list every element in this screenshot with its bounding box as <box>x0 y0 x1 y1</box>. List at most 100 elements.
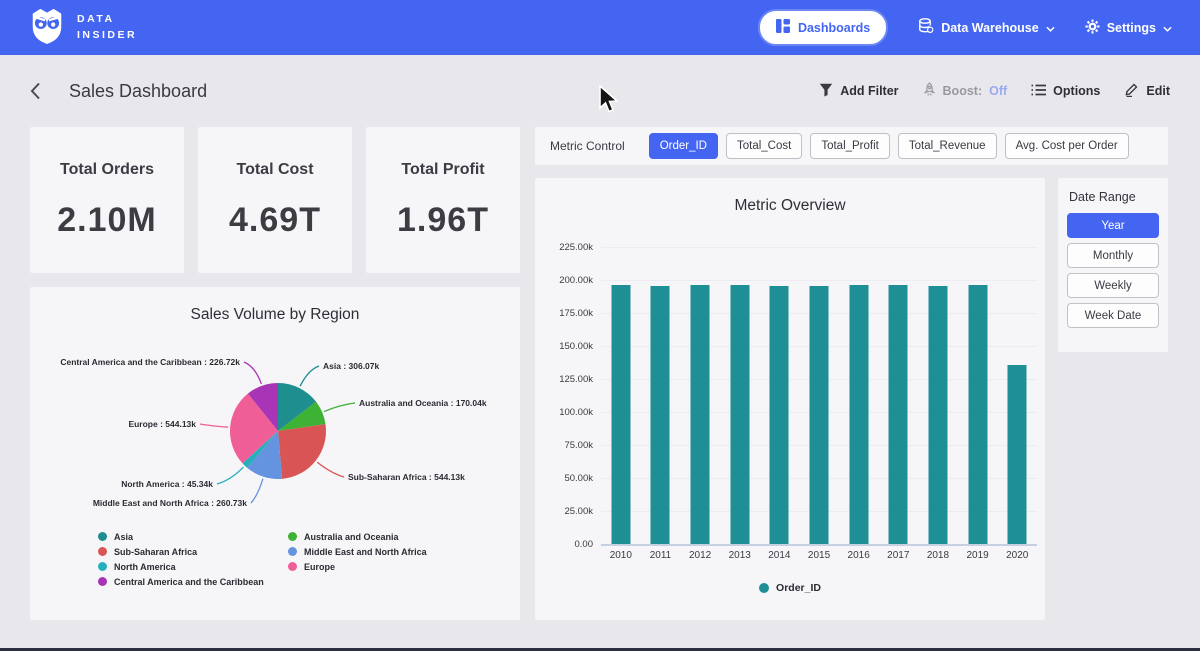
legend-label: Central America and the Caribbean <box>114 577 264 587</box>
pie-chart-title: Sales Volume by Region <box>30 287 520 324</box>
bar-chart-card: Metric Overview 0.0025.00k50.00k75.00k10… <box>535 178 1045 620</box>
kpi-value: 2.10M <box>57 201 157 240</box>
bar-2018[interactable] <box>928 286 947 544</box>
metric-chip-avg-cost-per-order[interactable]: Avg. Cost per Order <box>1005 133 1129 159</box>
options-button[interactable]: Options <box>1031 84 1100 99</box>
pie-callout-line <box>217 467 243 484</box>
metric-chip-total-cost[interactable]: Total_Cost <box>726 133 802 159</box>
kpi-label: Total Profit <box>401 161 484 179</box>
x-axis-tick: 2011 <box>641 550 681 561</box>
bar-chart-title: Metric Overview <box>535 178 1045 215</box>
bar-column-2019 <box>958 247 998 544</box>
bar-chart-legend: Order_ID <box>535 582 1045 594</box>
legend-label: Sub-Saharan Africa <box>114 547 197 557</box>
legend-item-australia-and-oceania[interactable]: Australia and Oceania <box>288 531 427 542</box>
y-axis-tick: 200.00k <box>535 275 593 286</box>
owl-logo-icon <box>28 5 66 50</box>
bar-column-2016 <box>839 247 879 544</box>
date-range-options: Year Monthly Weekly Week Date <box>1067 213 1159 328</box>
dashboards-grid-icon <box>776 19 790 36</box>
brand-text: DATA INSIDER <box>77 12 137 42</box>
legend-dot <box>98 562 107 571</box>
date-range-week-date[interactable]: Week Date <box>1067 303 1159 328</box>
x-axis-tick: 2019 <box>958 550 998 561</box>
legend-item-central-america-and-the-caribbean[interactable]: Central America and the Caribbean <box>98 576 288 587</box>
back-button[interactable] <box>30 82 48 100</box>
bar-column-2012 <box>680 247 720 544</box>
left-column: Total Orders 2.10M Total Cost 4.69T Tota… <box>30 127 520 620</box>
metric-chip-total-revenue[interactable]: Total_Revenue <box>898 133 997 159</box>
rocket-icon <box>923 82 936 100</box>
bar-2019[interactable] <box>968 285 987 544</box>
date-range-monthly[interactable]: Monthly <box>1067 243 1159 268</box>
bar-column-2014 <box>760 247 800 544</box>
database-icon <box>918 18 934 37</box>
bar-2015[interactable] <box>810 286 829 544</box>
pie-callout-line <box>324 403 355 412</box>
filter-funnel-icon <box>819 83 833 100</box>
y-axis-tick: 75.00k <box>535 440 593 451</box>
pie-callout-line <box>200 424 228 427</box>
pie-label-europe: Europe : 544.13k <box>128 419 196 429</box>
bar-2014[interactable] <box>770 286 789 544</box>
kpi-card-total-orders: Total Orders 2.10M <box>30 127 184 273</box>
legend-item-middle-east-and-north-africa[interactable]: Middle East and North Africa <box>288 546 427 557</box>
bar-2016[interactable] <box>849 285 868 544</box>
legend-item-asia[interactable]: Asia <box>98 531 288 542</box>
legend-item-sub-saharan-africa[interactable]: Sub-Saharan Africa <box>98 546 288 557</box>
bar-2020[interactable] <box>1008 365 1027 544</box>
metric-chip-order-id[interactable]: Order_ID <box>649 133 718 159</box>
date-range-weekly[interactable]: Weekly <box>1067 273 1159 298</box>
page-header: Sales Dashboard Add Filter Boost: Off <box>0 55 1200 119</box>
y-axis-tick: 50.00k <box>535 473 593 484</box>
bar-2011[interactable] <box>651 286 670 544</box>
bar-column-2011 <box>641 247 681 544</box>
date-range-title: Date Range <box>1069 190 1159 204</box>
nav-dashboards-button[interactable]: Dashboards <box>758 9 888 46</box>
legend-dot <box>98 577 107 586</box>
x-axis-tick: 2016 <box>839 550 879 561</box>
main-content: Total Orders 2.10M Total Cost 4.69T Tota… <box>0 119 1200 620</box>
nav-settings-button[interactable]: Settings <box>1085 19 1172 37</box>
edit-button[interactable]: Edit <box>1124 82 1170 100</box>
metric-chip-total-profit[interactable]: Total_Profit <box>810 133 890 159</box>
header-actions: Add Filter Boost: Off <box>819 82 1170 100</box>
bar-2012[interactable] <box>691 285 710 544</box>
bar-2013[interactable] <box>730 285 749 544</box>
y-axis-tick: 100.00k <box>535 407 593 418</box>
legend-dot <box>759 583 769 593</box>
pie-callout-line <box>244 362 261 384</box>
bar-2017[interactable] <box>889 285 908 544</box>
kpi-value: 4.69T <box>229 201 321 240</box>
boost-toggle[interactable]: Boost: Off <box>923 82 1008 100</box>
pie-chart-card: Sales Volume by Region Asia : 306.07kAus… <box>30 287 520 620</box>
bar-column-2020 <box>997 247 1037 544</box>
boost-state: Off <box>989 84 1007 98</box>
metric-control-label: Metric Control <box>550 139 625 153</box>
add-filter-button[interactable]: Add Filter <box>819 83 898 100</box>
pie-label-middle-east-and-north-africa: Middle East and North Africa : 260.73k <box>93 498 247 508</box>
chevron-down-icon <box>1163 21 1172 35</box>
y-axis-tick: 175.00k <box>535 308 593 319</box>
brand-logo[interactable]: DATA INSIDER <box>28 5 137 50</box>
pie-slice-sub-saharan-africa[interactable] <box>278 424 326 479</box>
pie-callout-line <box>300 366 319 386</box>
bar-column-2010 <box>601 247 641 544</box>
kpi-value: 1.96T <box>397 201 489 240</box>
legend-label: Europe <box>304 562 335 572</box>
date-range-year[interactable]: Year <box>1067 213 1159 238</box>
pie-label-sub-saharan-africa: Sub-Saharan Africa : 544.13k <box>348 472 465 482</box>
nav-data-warehouse-button[interactable]: Data Warehouse <box>918 18 1054 37</box>
bar-2010[interactable] <box>611 285 630 544</box>
legend-dot <box>98 547 107 556</box>
bar-column-2018 <box>918 247 958 544</box>
legend-column: Australia and Oceania Middle East and Nor… <box>288 531 427 587</box>
pie-legend: Asia Sub-Saharan Africa North America Centr… <box>98 531 427 587</box>
legend-column: Asia Sub-Saharan Africa North America Centr… <box>98 531 288 587</box>
top-nav: DATA INSIDER Dashboards <box>0 0 1200 55</box>
pie-chart[interactable]: Asia : 306.07kAustralia and Oceania : 17… <box>30 339 520 531</box>
legend-item-europe[interactable]: Europe <box>288 561 427 572</box>
legend-item-north-america[interactable]: North America <box>98 561 288 572</box>
legend-label: Middle East and North Africa <box>304 547 427 557</box>
legend-label: Asia <box>114 532 133 542</box>
